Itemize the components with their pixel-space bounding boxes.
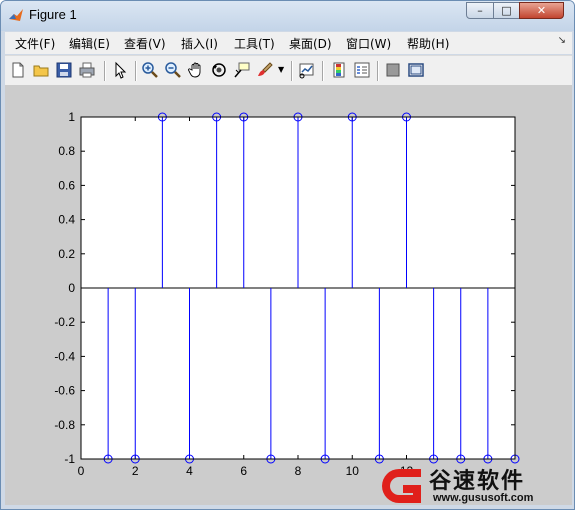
watermark: 谷速软件 www.gususoft.com	[379, 459, 574, 509]
y-tick-label: 0.6	[58, 178, 75, 192]
figure-window: Figure 1 – □ ✕ 文件(F) 编辑(E) 查看(V) 插入(I) 工…	[0, 0, 575, 510]
watermark-url: www.gususoft.com	[433, 492, 534, 504]
y-tick-label: 0.8	[58, 144, 75, 158]
y-tick-label: -0.6	[54, 384, 75, 398]
y-tick-label: -1	[64, 452, 75, 466]
gususoft-logo-icon	[382, 469, 421, 503]
x-tick-label: 2	[132, 464, 139, 478]
x-tick-label: 0	[78, 464, 85, 478]
y-tick-label: -0.4	[54, 349, 75, 363]
y-tick-label: 0.4	[58, 213, 75, 227]
x-tick-label: 6	[240, 464, 247, 478]
y-tick-label: 0.2	[58, 247, 75, 261]
x-tick-label: 4	[186, 464, 193, 478]
y-tick-label: -0.8	[54, 418, 75, 432]
y-tick-label: 0	[68, 281, 75, 295]
x-tick-label: 8	[295, 464, 302, 478]
watermark-title: 谷速软件	[429, 469, 526, 494]
x-tick-label: 10	[346, 464, 360, 478]
y-tick-label: -0.2	[54, 315, 75, 329]
y-tick-label: 1	[68, 110, 75, 124]
stem-plot: 10.80.60.40.20-0.2-0.4-0.6-0.8-102468101…	[54, 110, 520, 478]
